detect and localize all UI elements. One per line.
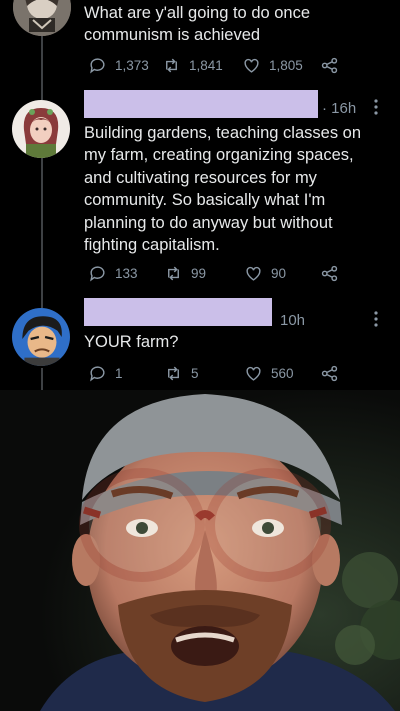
share-icon <box>321 365 338 382</box>
reply-button[interactable]: 1 <box>88 364 123 383</box>
reaction-video[interactable] <box>0 390 400 711</box>
retweet-icon <box>168 366 179 381</box>
reply-icon <box>90 366 105 382</box>
display-name-redacted <box>84 298 272 326</box>
tweet-timestamp[interactable]: 10h <box>280 312 305 329</box>
display-name-redacted <box>84 90 318 118</box>
tweet-thread: What are y'all going to do once communis… <box>0 0 400 390</box>
share-button[interactable] <box>320 364 347 383</box>
more-icon <box>374 311 378 327</box>
reply-count: 1,373 <box>115 58 149 73</box>
retweet-button[interactable]: 5 <box>164 364 199 383</box>
thread-line <box>41 368 43 390</box>
share-button[interactable] <box>320 56 347 75</box>
thread-line <box>41 158 43 308</box>
like-count: 560 <box>271 366 294 381</box>
share-icon <box>321 57 338 74</box>
like-button[interactable]: 90 <box>244 264 286 283</box>
like-count: 1,805 <box>269 58 303 73</box>
avatar[interactable] <box>13 0 71 36</box>
more-button[interactable] <box>372 98 380 120</box>
reply-count: 133 <box>115 266 138 281</box>
retweet-icon <box>168 266 179 281</box>
tweet-actions: 1,373 1,841 1,805 <box>84 56 360 78</box>
avatar[interactable] <box>12 308 70 366</box>
share-button[interactable] <box>320 264 347 283</box>
retweet-count: 99 <box>191 266 207 281</box>
retweet-button[interactable]: 1,841 <box>162 56 223 75</box>
more-icon <box>374 99 378 115</box>
reply-button[interactable]: 133 <box>88 264 138 283</box>
reply-icon <box>90 266 105 282</box>
reply-button[interactable]: 1,373 <box>88 56 149 75</box>
like-button[interactable]: 1,805 <box>242 56 303 75</box>
avatar[interactable] <box>12 100 70 158</box>
tweet-actions: 133 99 90 <box>84 264 360 286</box>
retweet-count: 5 <box>191 366 199 381</box>
tweet-text: What are y'all going to do once communis… <box>84 4 311 45</box>
reply-icon <box>90 58 105 74</box>
tweet-text: Building gardens, teaching classes on my… <box>84 124 362 255</box>
reply-count: 1 <box>115 366 123 381</box>
more-button[interactable] <box>372 310 380 332</box>
retweet-count: 1,841 <box>189 58 223 73</box>
like-icon <box>244 58 259 73</box>
like-count: 90 <box>271 266 287 281</box>
share-icon <box>321 265 338 282</box>
like-button[interactable]: 560 <box>244 364 294 383</box>
tweet-text: YOUR farm? <box>84 333 179 351</box>
tweet-timestamp[interactable]: · 16h <box>322 100 356 117</box>
like-icon <box>246 366 261 381</box>
retweet-icon <box>166 58 177 73</box>
like-icon <box>246 266 261 281</box>
reaction-face-image <box>0 390 400 711</box>
thread-line <box>41 36 43 100</box>
retweet-button[interactable]: 99 <box>164 264 206 283</box>
tweet-actions: 1 5 560 <box>84 364 360 386</box>
